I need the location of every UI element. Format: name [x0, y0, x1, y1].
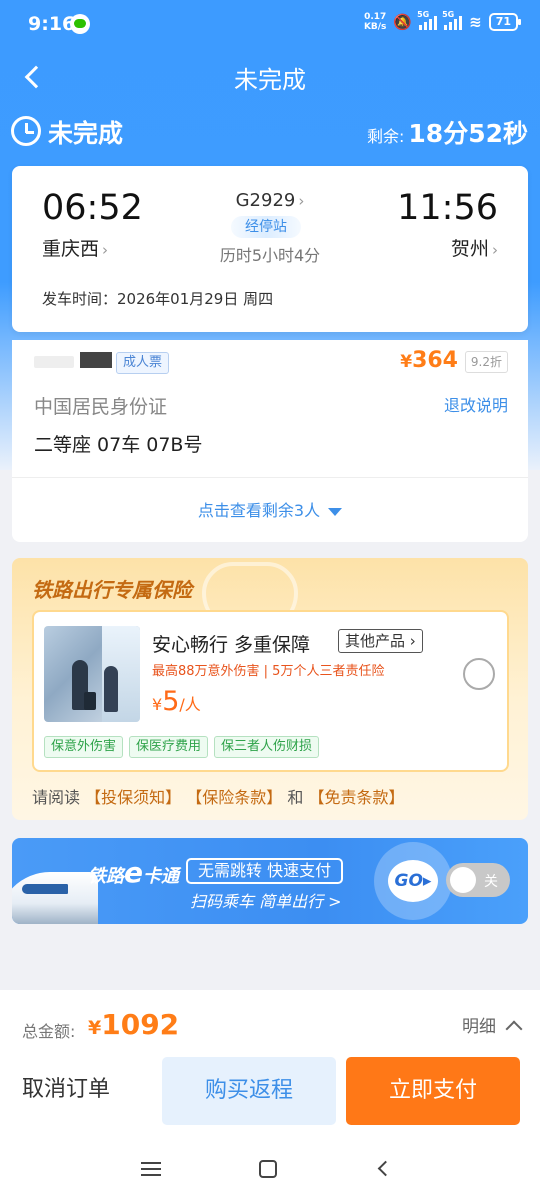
- insurance-select-radio[interactable]: [463, 658, 495, 690]
- wechat-notification-icon: [70, 14, 90, 34]
- insurance-coverage: 最高88万意外伤害 | 5万个人三者责任险: [152, 664, 385, 679]
- back-icon[interactable]: [377, 1160, 394, 1177]
- discount-badge: 9.2折: [464, 351, 508, 373]
- network-speed: 0.17 KB/s: [363, 12, 387, 32]
- passenger-card: 成人票 ¥364 9.2折 中国居民身份证 退改说明 二等座 07车 07B号 …: [12, 340, 528, 542]
- ecard-toggle[interactable]: 关: [446, 863, 510, 897]
- order-status-row: 未完成 剩余: 18分52秒: [0, 108, 540, 156]
- pay-now-button[interactable]: 立即支付: [346, 1057, 520, 1125]
- toggle-knob: [450, 867, 476, 893]
- other-products-button[interactable]: 其他产品 ›: [338, 629, 423, 653]
- exemption-clauses-link[interactable]: 【免责条款】: [308, 788, 404, 807]
- ecard-logo: 铁路e卡通: [88, 856, 179, 889]
- checkout-footer: 总金额: ¥1092 明细 取消订单 购买返程 立即支付: [0, 990, 540, 1138]
- show-more-passengers-button[interactable]: 点击查看剩余3人: [12, 497, 528, 521]
- insurance-tag: 保医疗费用: [129, 736, 209, 758]
- toggle-state-label: 关: [484, 874, 498, 890]
- chevron-right-icon: ›: [405, 632, 416, 650]
- insurance-tags: 保意外伤害 保医疗费用 保三者人伤财损: [44, 736, 320, 758]
- banner-slogan: 扫码乘车 简单出行 >: [190, 892, 342, 911]
- travel-photo: [44, 626, 140, 722]
- departure-date: 发车时间：2026年01月29日 周四: [42, 290, 274, 308]
- insurance-product-name: 安心畅行 多重保障: [152, 634, 311, 656]
- arrival-station[interactable]: 贺州 ›: [451, 234, 498, 261]
- passenger-name-redacted: [34, 352, 112, 370]
- clock-icon: [11, 116, 41, 146]
- wifi-icon: ≋: [469, 13, 482, 31]
- insurance-tag: 保意外伤害: [44, 736, 124, 758]
- mute-bell-icon: 🔕: [393, 13, 413, 31]
- ticket-price: ¥364: [400, 348, 458, 373]
- insurance-card: 铁路出行专属保险 安心畅行 多重保障 其他产品 › 最高88万意外伤害 | 5万…: [12, 558, 528, 820]
- page-title: 未完成: [234, 66, 306, 94]
- banner-pill: 无需跳转 快速支付: [186, 858, 344, 884]
- status-time: 9:16: [28, 13, 76, 35]
- seat-info: 二等座 07车 07B号: [34, 434, 203, 456]
- ecard-banner[interactable]: 铁路e卡通 无需跳转 快速支付 扫码乘车 简单出行 > GO▸ 关: [12, 838, 528, 924]
- insurance-section-title: 铁路出行专属保险: [32, 578, 192, 602]
- order-status-title: 未完成: [48, 119, 124, 148]
- insurance-tag: 保三者人伤财损: [214, 736, 320, 758]
- remaining-time: 剩余: 18分52秒: [367, 114, 528, 150]
- id-type: 中国居民身份证: [34, 396, 168, 418]
- status-indicators: 0.17 KB/s 🔕 5G 5G ≋ 71: [363, 10, 522, 32]
- system-nav-bar: [0, 1138, 540, 1200]
- price-detail-toggle[interactable]: 明细: [462, 1012, 523, 1038]
- remaining-countdown: 18分52秒: [408, 119, 528, 148]
- insurance-clauses-link[interactable]: 【保险条款】: [186, 788, 282, 807]
- chevron-up-icon: [505, 1020, 523, 1038]
- home-icon[interactable]: [259, 1160, 277, 1178]
- divider: [12, 477, 528, 478]
- remaining-label: 剩余:: [367, 127, 405, 146]
- total-amount: ¥1092: [88, 1008, 180, 1041]
- status-bar: 9:16 0.17 KB/s 🔕 5G 5G ≋ 71: [0, 0, 540, 50]
- cancel-order-button[interactable]: 取消订单: [22, 1062, 150, 1118]
- go-icon: GO▸: [388, 860, 438, 902]
- train-graphic: [12, 872, 98, 924]
- insurance-price: ¥5/人: [152, 686, 201, 717]
- battery-icon: 71: [488, 13, 522, 31]
- ticket-type-badge: 成人票: [116, 352, 170, 374]
- chevron-right-icon: ›: [298, 192, 305, 210]
- arrival-time: 11:56: [397, 188, 498, 228]
- nav-bar: 未完成: [0, 52, 540, 104]
- signal-icon-2: 5G: [442, 10, 463, 30]
- insurance-product[interactable]: 安心畅行 多重保障 其他产品 › 最高88万意外伤害 | 5万个人三者责任险 ¥…: [32, 610, 509, 772]
- chevron-right-icon: ›: [492, 241, 498, 259]
- triangle-down-icon: [328, 507, 343, 516]
- total-label: 总金额:: [22, 1022, 76, 1041]
- insurance-terms: 请阅读 【投保须知】 【保险条款】 和 【免责条款】: [32, 788, 405, 807]
- insurance-notice-link[interactable]: 【投保须知】: [85, 788, 181, 807]
- signal-icon-1: 5G: [417, 10, 438, 30]
- refund-policy-link[interactable]: 退改说明: [444, 392, 508, 416]
- menu-icon[interactable]: [141, 1162, 161, 1176]
- buy-return-button[interactable]: 购买返程: [162, 1057, 336, 1125]
- stops-button[interactable]: 经停站: [231, 216, 301, 238]
- trip-card: 06:52 重庆西 › G2929 › 经停站 历时5小时4分 11:56 贺州 › …: [12, 166, 528, 332]
